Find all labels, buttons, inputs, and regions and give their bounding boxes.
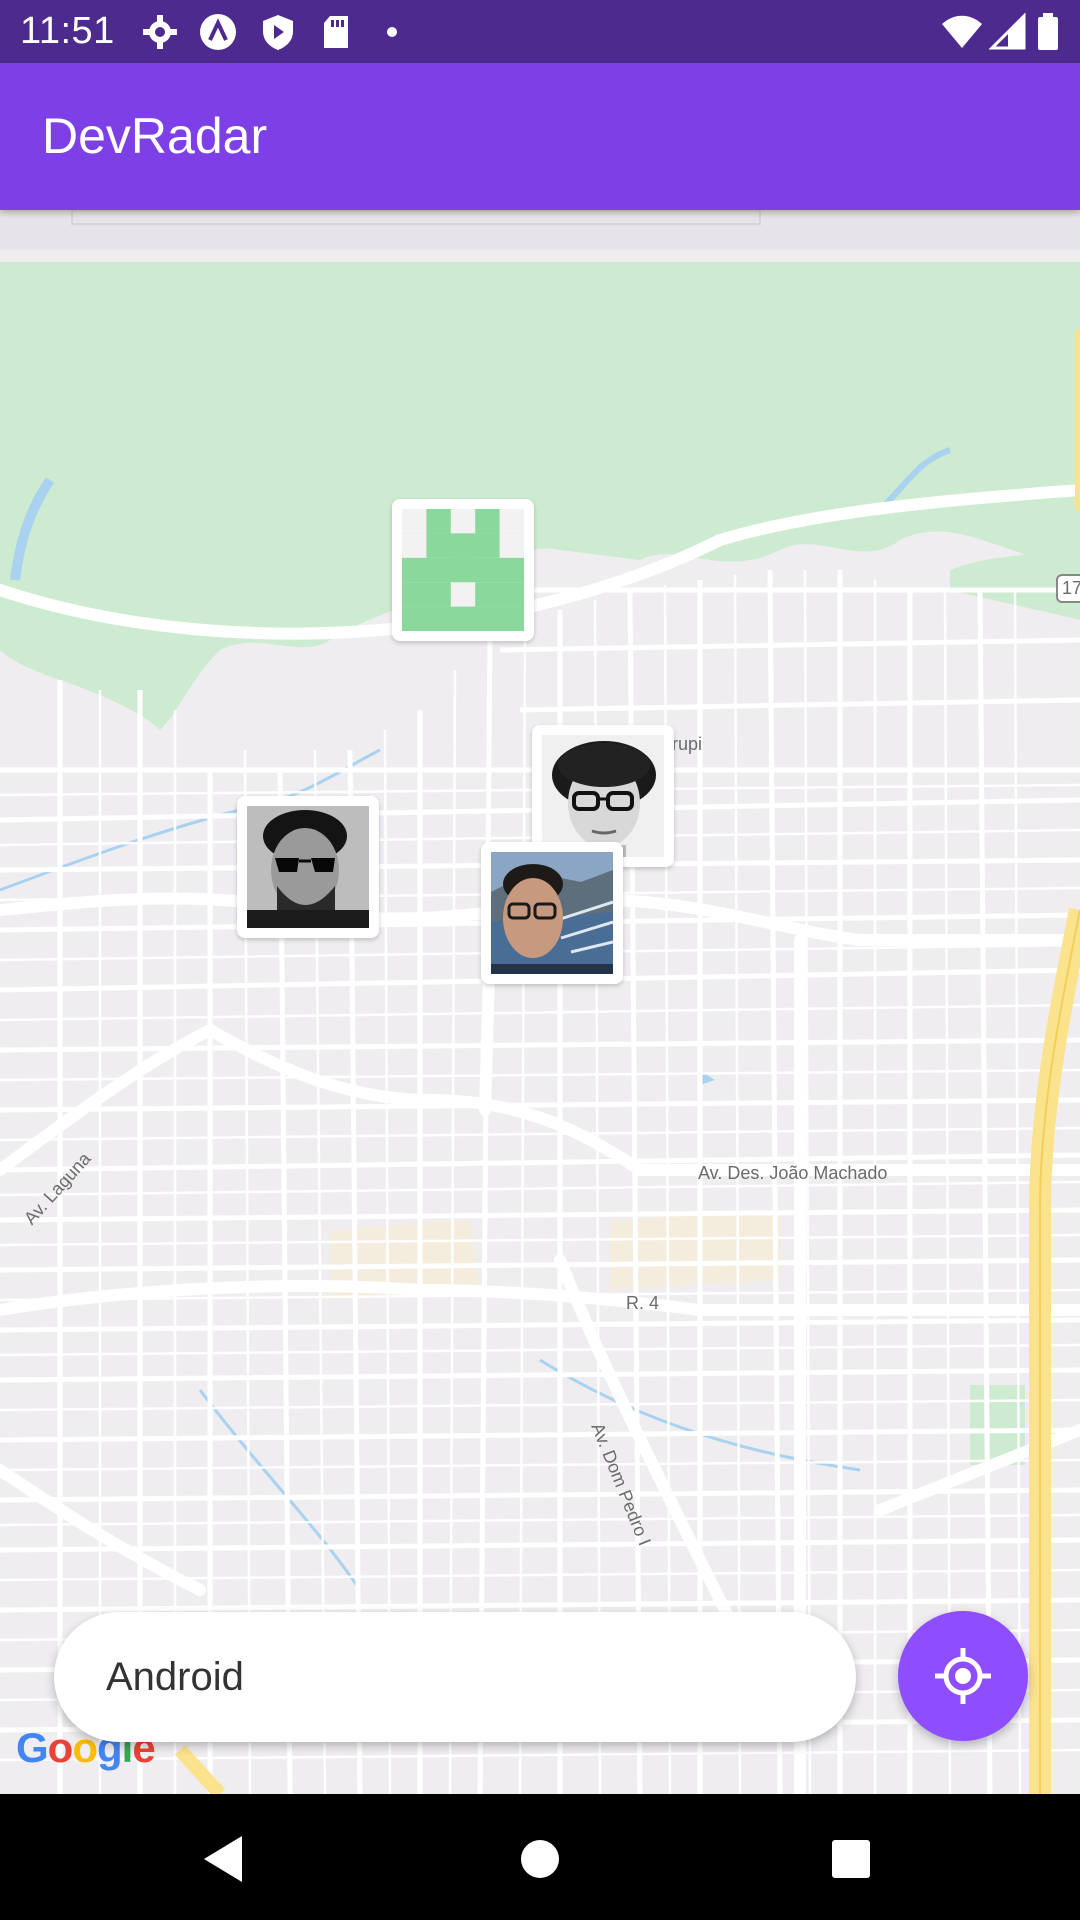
wifi-icon: [940, 12, 982, 52]
dev-avatar-glasses-curly: [542, 735, 664, 857]
dot-icon: [372, 12, 412, 52]
shield-icon: [258, 12, 298, 52]
home-icon[interactable]: [505, 1824, 575, 1894]
dev-marker-sunglasses[interactable]: [237, 796, 379, 938]
identicon-avatar: [402, 509, 524, 631]
dev-marker-identicon[interactable]: [392, 499, 534, 641]
app-title: DevRadar: [42, 108, 268, 164]
status-bar: 11:51: [0, 0, 1080, 63]
search-input[interactable]: [54, 1612, 856, 1742]
navigation-bar: [0, 1794, 1080, 1920]
map-view[interactable]: urupi Av. Laguna Av. Des. João Machado R…: [0, 210, 1080, 1794]
map-label-r4: R. 4: [626, 1293, 660, 1313]
back-icon[interactable]: [190, 1824, 260, 1894]
dev-marker-selfie[interactable]: [481, 842, 623, 984]
battery-icon: [1036, 12, 1076, 52]
recents-icon[interactable]: [816, 1824, 886, 1894]
status-time: 11:51: [20, 10, 115, 52]
signal-icon: [988, 12, 1028, 52]
my-location-icon: [935, 1648, 991, 1704]
map-label-av-des-joao-machado: Av. Des. João Machado: [698, 1163, 888, 1183]
dev-avatar-selfie: [491, 852, 613, 974]
settings-icon: [140, 12, 180, 52]
map-base: [0, 210, 1080, 1794]
map-label-highway-shield: 17: [1056, 574, 1080, 603]
sd-card-icon: [316, 12, 356, 52]
app-a-icon: [198, 12, 238, 52]
dev-avatar-sunglasses: [247, 806, 369, 928]
app-bar: DevRadar: [0, 63, 1080, 210]
locate-button[interactable]: [898, 1611, 1028, 1741]
